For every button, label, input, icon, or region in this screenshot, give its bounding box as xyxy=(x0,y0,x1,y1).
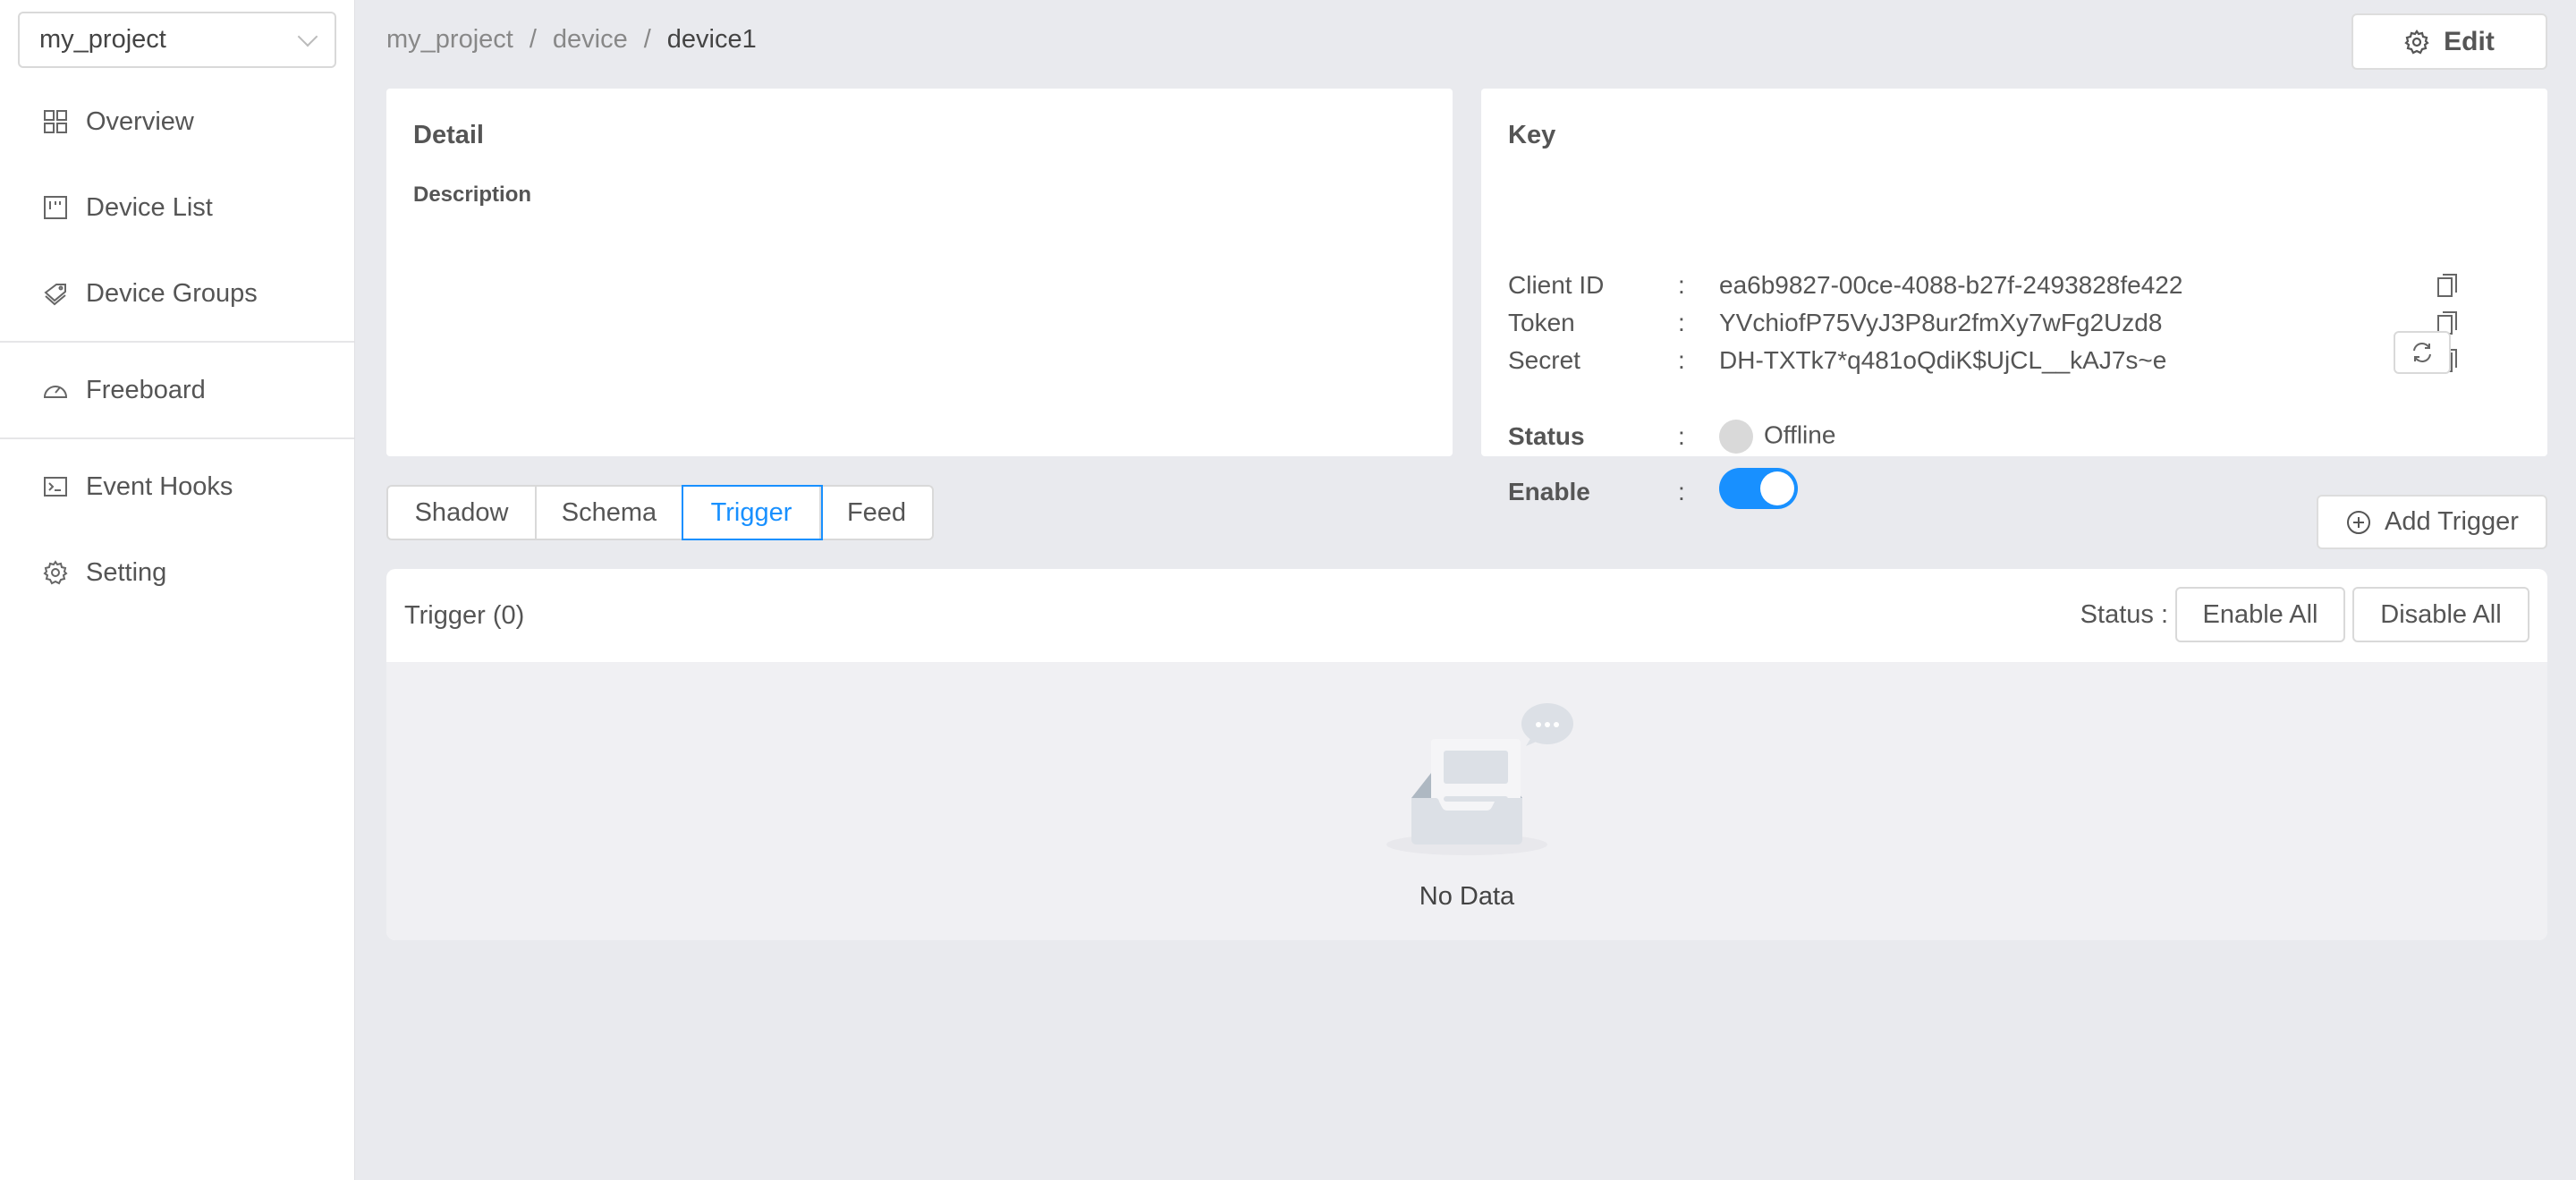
secret-row: Secret : DH-TXTk7*q481oQdiK$UjCL__kAJ7s~… xyxy=(1508,346,2510,375)
tab-feed[interactable]: Feed xyxy=(821,487,932,539)
empty-text: No Data xyxy=(1419,882,1515,911)
grid-icon xyxy=(44,110,67,133)
divider xyxy=(0,437,354,439)
project-select-value: my_project xyxy=(39,25,166,54)
board-icon xyxy=(44,196,67,219)
breadcrumb-separator: / xyxy=(643,25,651,54)
tab-bar: Shadow Schema Trigger Feed xyxy=(386,485,934,540)
add-trigger-button[interactable]: Add Trigger xyxy=(2317,495,2547,549)
sidebar-nav: Overview Device List Device Groups Freeb… xyxy=(0,79,354,615)
sidebar-item-label: Freeboard xyxy=(86,375,206,404)
trigger-card: Trigger (0) Status : Enable All Disable … xyxy=(386,569,2547,940)
refresh-icon xyxy=(2413,343,2431,362)
project-select[interactable]: my_project xyxy=(18,12,336,68)
add-trigger-label: Add Trigger xyxy=(2385,507,2519,536)
sidebar-item-label: Device List xyxy=(86,192,213,222)
divider xyxy=(0,341,354,343)
terminal-icon xyxy=(44,477,67,497)
secret-label: Secret xyxy=(1508,346,1580,374)
chevron-down-icon xyxy=(297,26,318,47)
enable-all-button[interactable]: Enable All xyxy=(2175,587,2345,642)
sidebar-item-label: Setting xyxy=(86,557,167,587)
key-card: Key Client ID : ea6b9827-00ce-4088-b27f-… xyxy=(1481,89,2547,509)
gear-icon xyxy=(43,560,68,585)
colon: : xyxy=(1678,422,1685,450)
copy-icon[interactable] xyxy=(2436,272,2460,299)
client-id-label: Client ID xyxy=(1508,271,1605,299)
sidebar-item-device-list[interactable]: Device List xyxy=(0,165,354,250)
breadcrumb-current: device1 xyxy=(666,25,757,54)
toggle-knob xyxy=(1760,471,1794,505)
colon: : xyxy=(1678,477,1685,505)
status-value: Offline xyxy=(1764,420,1836,449)
tab-schema[interactable]: Schema xyxy=(537,487,683,539)
secret-value: DH-TXTk7*q481oQdiK$UjCL__kAJ7s~e xyxy=(1719,346,2167,374)
detail-card: Detail Description xyxy=(386,89,1453,456)
edit-label: Edit xyxy=(2444,26,2495,56)
sidebar: my_project Overview Device List Device G… xyxy=(0,0,355,1180)
gear-icon xyxy=(2404,29,2429,54)
breadcrumb-item[interactable]: device xyxy=(553,25,628,55)
trigger-status-controls: Status : Enable All Disable All xyxy=(2080,587,2529,642)
enable-toggle[interactable] xyxy=(1719,468,1798,509)
status-label: Status xyxy=(1508,422,1585,450)
dashboard-icon xyxy=(43,386,68,398)
client-id-row: Client ID : ea6b9827-00ce-4088-b27f-2493… xyxy=(1508,271,2510,300)
colon: : xyxy=(1678,346,1685,374)
tab-trigger[interactable]: Trigger xyxy=(682,485,823,540)
status-indicator xyxy=(1719,420,1753,454)
empty-state: No Data xyxy=(386,662,2547,940)
description-label: Description xyxy=(413,183,532,207)
token-row: Token : YVchiofP75VyJ3P8ur2fmXy7wFg2Uzd8 xyxy=(1508,309,2510,337)
refresh-status-button[interactable] xyxy=(2394,331,2451,374)
detail-title: Detail xyxy=(413,121,484,149)
trigger-title: Trigger (0) xyxy=(404,601,525,630)
enable-label: Enable xyxy=(1508,477,1590,505)
sidebar-item-label: Device Groups xyxy=(86,278,258,308)
sidebar-item-event-hooks[interactable]: Event Hooks xyxy=(0,444,354,530)
status-row: Status : Offline xyxy=(1508,420,2510,454)
status-label: Status : xyxy=(2080,599,2168,629)
status-value-wrap: Offline xyxy=(1719,420,2510,454)
empty-inbox-icon xyxy=(1386,703,1573,855)
tab-shadow[interactable]: Shadow xyxy=(388,487,537,539)
edit-button[interactable]: Edit xyxy=(2351,13,2547,70)
sidebar-item-freeboard[interactable]: Freeboard xyxy=(0,347,354,433)
breadcrumb-item[interactable]: my_project xyxy=(386,25,513,55)
sidebar-item-setting[interactable]: Setting xyxy=(0,530,354,615)
sidebar-item-overview[interactable]: Overview xyxy=(0,79,354,165)
sidebar-item-label: Event Hooks xyxy=(86,471,233,501)
client-id-value: ea6b9827-00ce-4088-b27f-2493828fe422 xyxy=(1719,271,2183,299)
token-label: Token xyxy=(1508,309,1575,336)
sidebar-item-device-groups[interactable]: Device Groups xyxy=(0,250,354,336)
colon: : xyxy=(1678,271,1685,299)
key-title: Key xyxy=(1508,121,1556,149)
tags-icon xyxy=(44,284,66,306)
plus-circle-icon xyxy=(2347,510,2371,534)
breadcrumb-separator: / xyxy=(529,25,537,54)
disable-all-button[interactable]: Disable All xyxy=(2352,587,2529,642)
sidebar-item-label: Overview xyxy=(86,106,194,136)
token-value: YVchiofP75VyJ3P8ur2fmXy7wFg2Uzd8 xyxy=(1719,309,2163,336)
breadcrumb: my_project / device / device1 xyxy=(386,25,757,55)
colon: : xyxy=(1678,309,1685,336)
